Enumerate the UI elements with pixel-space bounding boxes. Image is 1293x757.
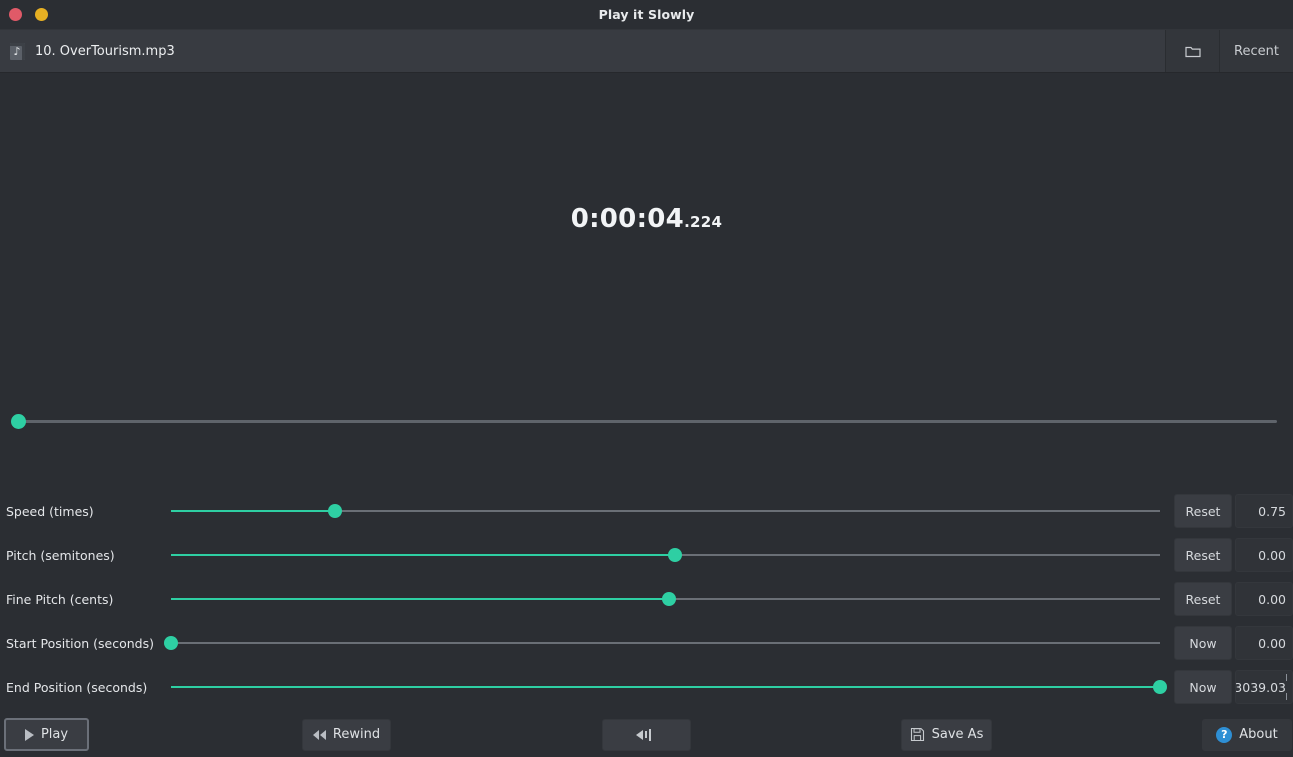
control-action-button[interactable]: Reset — [1174, 538, 1232, 572]
volume-button[interactable] — [602, 718, 691, 751]
control-row: Start Position (seconds) Now 0.00 — [0, 621, 1293, 665]
seek-slider[interactable] — [10, 410, 1283, 432]
slider-handle[interactable] — [328, 504, 343, 518]
slider-fill — [171, 554, 676, 556]
control-slider[interactable] — [171, 545, 1160, 565]
control-value-field[interactable]: 0.00 — [1235, 582, 1293, 616]
slider-track[interactable] — [171, 642, 1160, 644]
save-as-button[interactable]: Save As — [901, 718, 992, 751]
slider-handle[interactable] — [668, 548, 683, 562]
control-action-button[interactable]: Now — [1174, 626, 1232, 660]
folder-icon — [1184, 45, 1201, 58]
open-folder-button[interactable] — [1165, 30, 1219, 72]
file-chooser-bar: 10. OverTourism.mp3 Recent — [0, 29, 1293, 73]
recent-files-button[interactable]: Recent — [1219, 30, 1293, 72]
play-icon — [24, 728, 34, 741]
time-milliseconds: .224 — [684, 213, 723, 231]
control-row: End Position (seconds) Now 3039.03 — [0, 665, 1293, 709]
control-value-field[interactable]: 0.75 — [1235, 494, 1293, 528]
floppy-disk-icon — [910, 727, 925, 742]
control-label: Fine Pitch (cents) — [6, 591, 114, 607]
control-row: Pitch (semitones) Reset 0.00 — [0, 533, 1293, 577]
control-value-field[interactable]: 0.00 — [1235, 626, 1293, 660]
file-name-label: 10. OverTourism.mp3 — [35, 43, 175, 59]
play-it-slowly-window: Play it Slowly 10. OverTourism.mp3 Recen… — [0, 0, 1293, 757]
close-window-button[interactable] — [9, 8, 22, 21]
recent-label: Recent — [1234, 43, 1279, 59]
control-slider[interactable] — [164, 633, 1160, 653]
control-label: Speed (times) — [6, 503, 94, 519]
control-row: Fine Pitch (cents) Reset 0.00 — [0, 577, 1293, 621]
bottom-toolbar: Play Rewind Save As ? About — [0, 712, 1293, 757]
control-label: Pitch (semitones) — [6, 547, 115, 563]
rewind-label: Rewind — [332, 727, 381, 742]
help-question-icon: ? — [1216, 726, 1233, 743]
rewind-icon — [312, 729, 326, 740]
control-value-field[interactable]: 0.00 — [1235, 538, 1293, 572]
file-chooser-button[interactable]: 10. OverTourism.mp3 — [0, 30, 1165, 72]
control-label: Start Position (seconds) — [6, 635, 154, 651]
control-slider[interactable] — [171, 501, 1160, 521]
slider-handle[interactable] — [662, 592, 677, 606]
player-main-area: 0:00:04.224 Speed (times) Reset 0.75 Pitch … — [0, 73, 1293, 712]
control-action-button[interactable]: Reset — [1174, 582, 1232, 616]
window-controls — [0, 8, 48, 21]
control-action-button[interactable]: Now — [1174, 670, 1232, 704]
play-button[interactable]: Play — [4, 718, 89, 751]
control-value-field[interactable]: 3039.03 — [1235, 670, 1293, 704]
control-action-button[interactable]: Reset — [1174, 494, 1232, 528]
volume-icon — [635, 728, 651, 741]
control-label: End Position (seconds) — [6, 679, 148, 695]
music-file-icon — [10, 42, 25, 60]
time-main: 0:00:04 — [570, 204, 685, 234]
slider-fill — [171, 598, 670, 600]
slider-fill — [171, 686, 1160, 688]
about-button[interactable]: ? About — [1202, 718, 1292, 751]
slider-handle[interactable] — [164, 636, 178, 650]
rewind-button[interactable]: Rewind — [302, 718, 391, 751]
about-label: About — [1239, 727, 1278, 742]
control-slider[interactable] — [171, 589, 1160, 609]
play-label: Play — [40, 727, 69, 742]
save-as-label: Save As — [931, 727, 984, 742]
titlebar: Play it Slowly — [0, 0, 1293, 29]
control-row: Speed (times) Reset 0.75 — [0, 489, 1293, 533]
window-title: Play it Slowly — [598, 7, 695, 22]
seek-track[interactable] — [16, 420, 1277, 423]
slider-handle[interactable] — [1153, 680, 1167, 694]
slider-fill — [171, 510, 336, 512]
playback-time-display: 0:00:04.224 — [0, 204, 1293, 234]
control-slider[interactable] — [171, 677, 1167, 697]
minimize-window-button[interactable] — [35, 8, 48, 21]
seek-handle[interactable] — [11, 414, 26, 429]
controls-panel: Speed (times) Reset 0.75 Pitch (semitones) R… — [0, 489, 1293, 712]
